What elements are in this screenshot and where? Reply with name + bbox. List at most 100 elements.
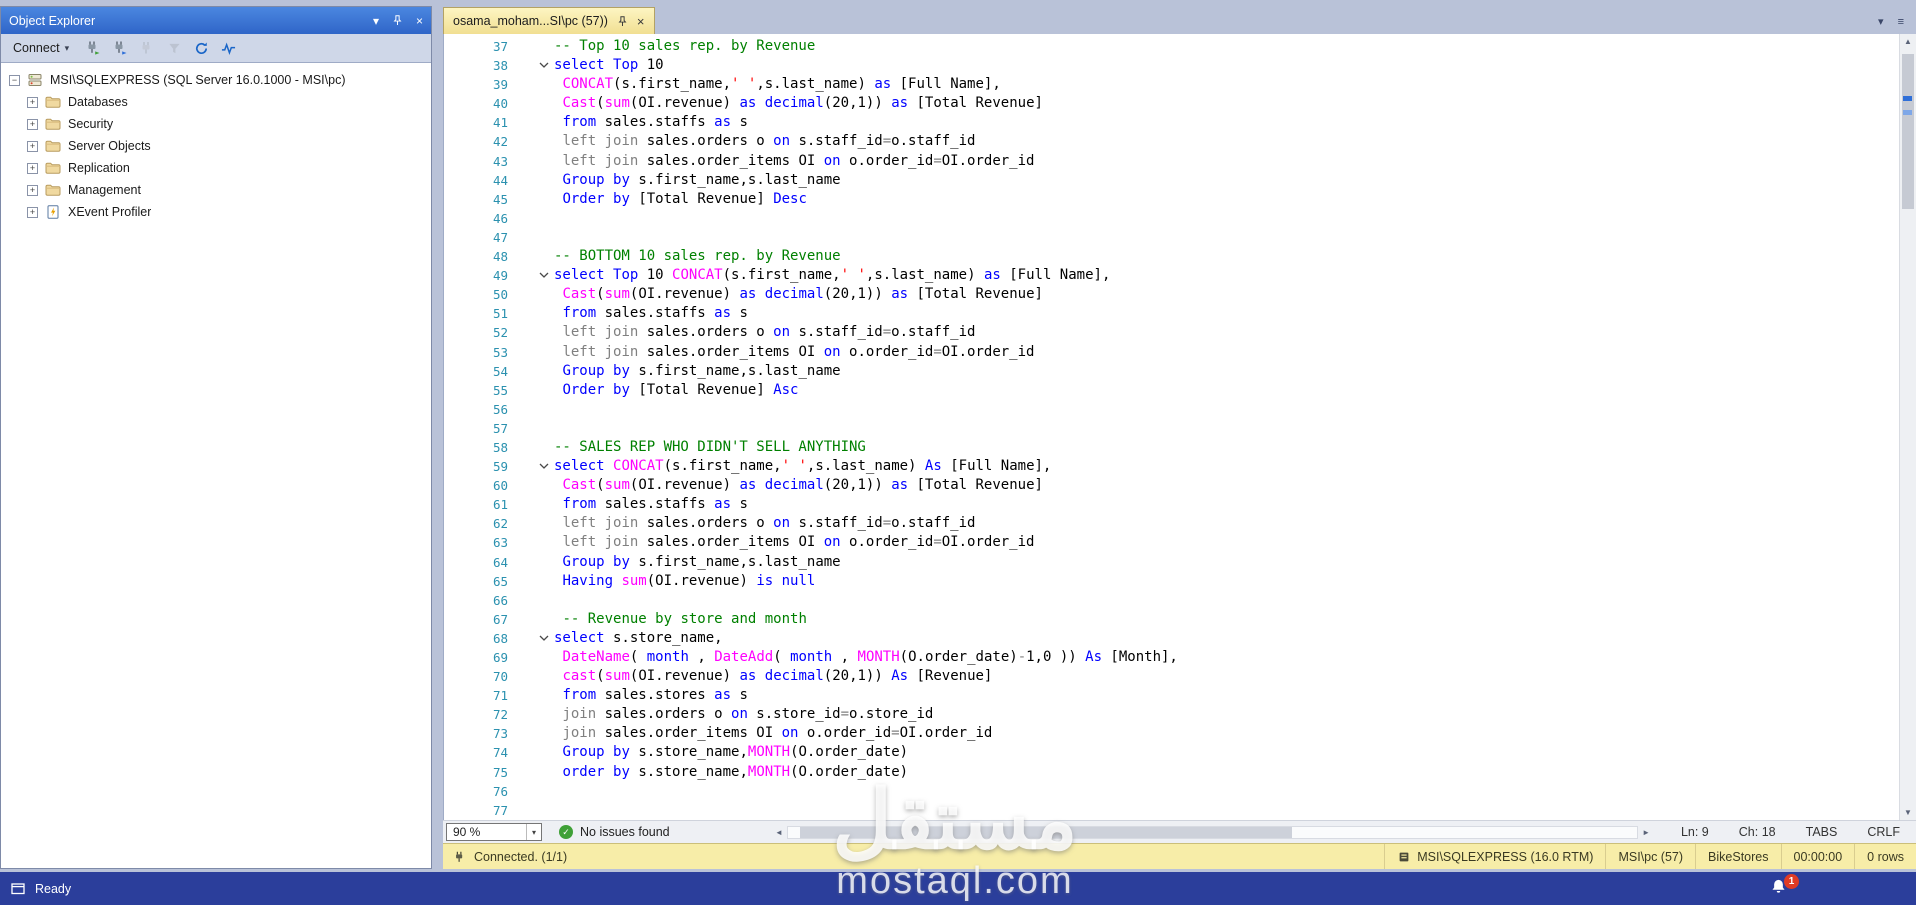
code-line[interactable]: 71 from sales.stores as s xyxy=(444,686,1916,705)
code-line[interactable]: 56 xyxy=(444,400,1916,419)
fold-collapse-chevron-icon[interactable] xyxy=(508,56,554,75)
code-line[interactable]: 49select Top 10 CONCAT(s.first_name,' ',… xyxy=(444,266,1916,285)
refresh-icon[interactable] xyxy=(192,39,210,57)
scroll-down-icon[interactable]: ▼ xyxy=(1900,808,1916,817)
code-line[interactable]: 77 xyxy=(444,801,1916,820)
vertical-scrollbar-thumb[interactable] xyxy=(1902,54,1914,209)
tree-item-server-objects[interactable]: + Server Objects xyxy=(1,135,431,157)
window-menu-icon[interactable]: ≡ xyxy=(1898,16,1904,28)
code-line[interactable]: 60 Cast(sum(OI.revenue) as decimal(20,1)… xyxy=(444,476,1916,495)
line-number: 40 xyxy=(444,94,508,113)
horizontal-scrollbar[interactable]: ◄ ► xyxy=(775,821,1650,843)
code-line[interactable]: 72 join sales.orders o on s.store_id=o.s… xyxy=(444,705,1916,724)
code-line[interactable]: 73 join sales.order_items OI on o.order_… xyxy=(444,724,1916,743)
xevent-icon xyxy=(45,204,62,220)
code-line[interactable]: 59select CONCAT(s.first_name,' ',s.last_… xyxy=(444,457,1916,476)
line-number: 62 xyxy=(444,514,508,533)
expand-icon[interactable]: + xyxy=(27,207,38,218)
scrollbar-annotation-mark xyxy=(1903,110,1912,115)
tree-item-server-root[interactable]: − MSI\SQLEXPRESS (SQL Server 16.0.1000 -… xyxy=(1,69,431,91)
code-line[interactable]: 44 Group by s.first_name,s.last_name xyxy=(444,171,1916,190)
vertical-scrollbar[interactable]: ▲ ▼ xyxy=(1899,34,1916,820)
code-line[interactable]: 68select s.store_name, xyxy=(444,629,1916,648)
code-line[interactable]: 61 from sales.staffs as s xyxy=(444,495,1916,514)
code-line[interactable]: 50 Cast(sum(OI.revenue) as decimal(20,1)… xyxy=(444,285,1916,304)
code-line[interactable]: 55 Order by [Total Revenue] Asc xyxy=(444,381,1916,400)
expand-icon[interactable]: + xyxy=(27,97,38,108)
fold-collapse-chevron-icon[interactable] xyxy=(508,457,554,476)
code-line[interactable]: 58-- SALES REP WHO DIDN'T SELL ANYTHING xyxy=(444,438,1916,457)
connect-object-explorer-icon[interactable] xyxy=(84,39,102,57)
tree-item-xevent-profiler[interactable]: +XEvent Profiler xyxy=(1,201,431,223)
code-editor[interactable]: 37-- Top 10 sales rep. by Revenue38selec… xyxy=(443,34,1916,820)
code-line[interactable]: 64 Group by s.first_name,s.last_name xyxy=(444,553,1916,572)
code-text: -- SALES REP WHO DIDN'T SELL ANYTHING xyxy=(554,438,866,457)
fold-collapse-chevron-icon[interactable] xyxy=(508,629,554,648)
tree-item-replication[interactable]: +Replication xyxy=(1,157,431,179)
code-line[interactable]: 76 xyxy=(444,782,1916,801)
code-line[interactable]: 51 from sales.staffs as s xyxy=(444,304,1916,323)
expand-icon[interactable]: + xyxy=(27,141,38,152)
collapse-icon[interactable]: − xyxy=(9,75,20,86)
activity-monitor-icon[interactable] xyxy=(219,39,237,57)
fold-margin xyxy=(508,667,554,686)
code-line[interactable]: 42 left join sales.orders o on s.staff_i… xyxy=(444,132,1916,151)
code-line[interactable]: 43 left join sales.order_items OI on o.o… xyxy=(444,152,1916,171)
window-position-chevron-icon[interactable]: ▾ xyxy=(373,14,379,28)
connect-button[interactable]: Connect ▾ xyxy=(7,39,75,57)
code-line[interactable]: 74 Group by s.store_name,MONTH(O.order_d… xyxy=(444,743,1916,762)
tree-item-databases[interactable]: +Databases xyxy=(1,91,431,113)
tree-item-security[interactable]: +Security xyxy=(1,113,431,135)
code-line[interactable]: 69 DateName( month , DateAdd( month , MO… xyxy=(444,648,1916,667)
notification-badge: 1 xyxy=(1784,874,1799,889)
pin-icon[interactable] xyxy=(391,14,404,27)
code-line[interactable]: 46 xyxy=(444,209,1916,228)
code-line[interactable]: 40 Cast(sum(OI.revenue) as decimal(20,1)… xyxy=(444,94,1916,113)
code-line[interactable]: 54 Group by s.first_name,s.last_name xyxy=(444,362,1916,381)
code-line[interactable]: 66 xyxy=(444,591,1916,610)
scroll-left-icon[interactable]: ◄ xyxy=(775,828,783,837)
tree-item-management[interactable]: +Management xyxy=(1,179,431,201)
code-line[interactable]: 45 Order by [Total Revenue] Desc xyxy=(444,190,1916,209)
main-status-bar: Ready 1 xyxy=(0,872,1916,905)
code-line[interactable]: 53 left join sales.order_items OI on o.o… xyxy=(444,343,1916,362)
expand-icon[interactable]: + xyxy=(27,185,38,196)
code-line[interactable]: 39 CONCAT(s.first_name,' ',s.last_name) … xyxy=(444,75,1916,94)
notifications-bell-icon[interactable]: 1 xyxy=(1770,878,1790,898)
code-line[interactable]: 37-- Top 10 sales rep. by Revenue xyxy=(444,37,1916,56)
zoom-select[interactable]: 90 % ▾ xyxy=(446,823,542,841)
code-line[interactable]: 38select Top 10 xyxy=(444,56,1916,75)
document-tab[interactable]: osama_moham...SI\pc (57)) × xyxy=(443,7,655,34)
code-line[interactable]: 52 left join sales.orders o on s.staff_i… xyxy=(444,323,1916,342)
code-line[interactable]: 57 xyxy=(444,419,1916,438)
connect-server-icon[interactable] xyxy=(111,39,129,57)
code-text: select s.store_name, xyxy=(554,629,723,648)
code-line[interactable]: 75 order by s.store_name,MONTH(O.order_d… xyxy=(444,763,1916,782)
horizontal-scrollbar-thumb[interactable] xyxy=(800,827,1293,838)
code-line[interactable]: 67 -- Revenue by store and month xyxy=(444,610,1916,629)
code-text: Having sum(OI.revenue) is null xyxy=(554,572,815,591)
pin-icon[interactable] xyxy=(616,15,629,28)
code-line[interactable]: 48-- BOTTOM 10 sales rep. by Revenue xyxy=(444,247,1916,266)
expand-icon[interactable]: + xyxy=(27,119,38,130)
code-line[interactable]: 47 xyxy=(444,228,1916,247)
code-line[interactable]: 70 cast(sum(OI.revenue) as decimal(20,1)… xyxy=(444,667,1916,686)
close-icon[interactable]: × xyxy=(637,15,645,28)
tree-item-label: Server Objects xyxy=(68,139,151,153)
filter-icon[interactable] xyxy=(165,39,183,57)
code-line[interactable]: 62 left join sales.orders o on s.staff_i… xyxy=(444,514,1916,533)
scroll-up-icon[interactable]: ▲ xyxy=(1900,37,1916,46)
close-icon[interactable]: × xyxy=(416,14,423,28)
fold-margin xyxy=(508,743,554,762)
scroll-right-icon[interactable]: ► xyxy=(1642,828,1650,837)
disconnect-icon[interactable] xyxy=(138,39,156,57)
expand-icon[interactable]: + xyxy=(27,163,38,174)
connection-status-bar: Connected. (1/1) MSI\SQLEXPRESS (16.0 RT… xyxy=(443,843,1916,869)
fold-collapse-chevron-icon[interactable] xyxy=(508,266,554,285)
code-line[interactable]: 41 from sales.staffs as s xyxy=(444,113,1916,132)
fold-margin xyxy=(508,495,554,514)
document-health-indicator[interactable]: ✓ No issues found xyxy=(559,821,670,843)
active-files-chevron-icon[interactable]: ▾ xyxy=(1878,15,1884,28)
code-line[interactable]: 65 Having sum(OI.revenue) is null xyxy=(444,572,1916,591)
code-line[interactable]: 63 left join sales.order_items OI on o.o… xyxy=(444,533,1916,552)
